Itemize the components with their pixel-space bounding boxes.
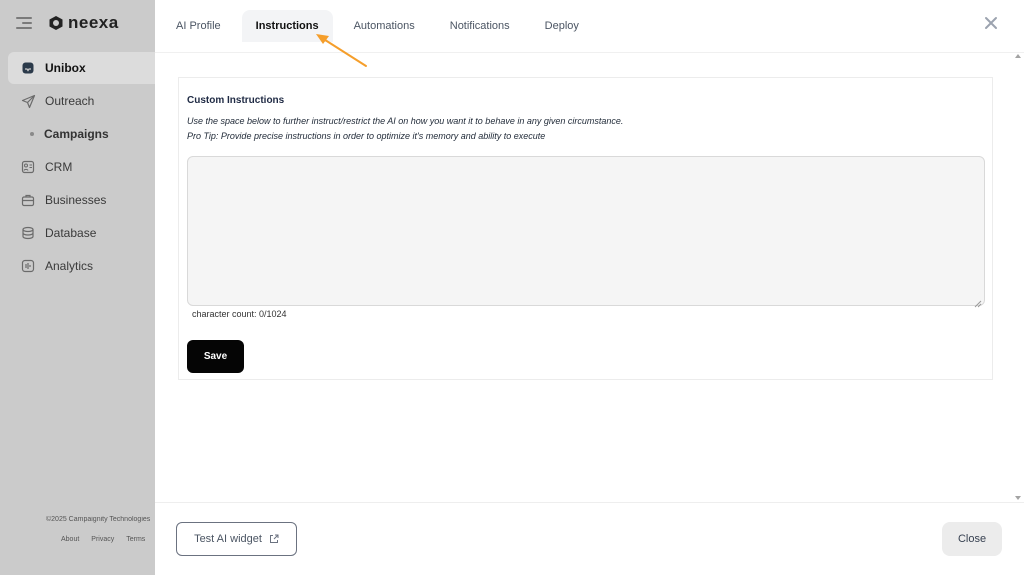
ai-settings-modal: AI Profile Instructions Automations Noti… <box>155 0 1024 575</box>
close-icon[interactable] <box>982 14 1000 32</box>
sidebar-item-unibox[interactable]: Unibox <box>8 52 155 84</box>
test-ai-widget-label: Test AI widget <box>194 533 262 545</box>
sidebar-item-label: Analytics <box>45 259 94 273</box>
sidebar-item-label: Campaigns <box>44 127 109 141</box>
sidebar-item-label: Businesses <box>45 193 107 207</box>
collapse-menu-icon[interactable] <box>16 16 32 30</box>
tab-ai-profile[interactable]: AI Profile <box>162 10 235 42</box>
bullet-dot-icon <box>30 132 34 136</box>
send-icon <box>20 93 36 109</box>
tab-notifications[interactable]: Notifications <box>436 10 524 42</box>
sidebar-item-label: Database <box>45 226 97 240</box>
card-pro-tip: Pro Tip: Provide precise instructions in… <box>187 131 546 141</box>
database-icon <box>20 225 36 241</box>
sidebar-item-crm[interactable]: CRM <box>8 151 155 183</box>
inbox-icon <box>20 60 36 76</box>
character-count: character count: 0/1024 <box>192 309 287 319</box>
sidebar-header: neexa <box>16 12 119 34</box>
resize-handle-icon[interactable] <box>974 295 982 308</box>
tab-instructions[interactable]: Instructions <box>241 10 333 42</box>
sidebar-item-label: Outreach <box>45 94 95 108</box>
card-description: Use the space below to further instruct/… <box>187 116 624 126</box>
sidebar-nav: Unibox Outreach Campaigns CRM Businesses <box>8 52 155 283</box>
test-ai-widget-button[interactable]: Test AI widget <box>176 522 297 556</box>
footer-links: About Privacy Terms <box>61 536 145 543</box>
sidebar-item-label: CRM <box>45 160 73 174</box>
footer-divider <box>155 502 1024 503</box>
sidebar-item-analytics[interactable]: Analytics <box>8 250 155 282</box>
about-link[interactable]: About <box>61 536 79 543</box>
custom-instructions-card: Custom Instructions Use the space below … <box>178 77 993 380</box>
logo-text: neexa <box>68 13 119 32</box>
scroll-up-arrow-icon[interactable] <box>1015 54 1021 58</box>
scroll-down-arrow-icon[interactable] <box>1015 496 1021 500</box>
briefcase-icon <box>20 192 36 208</box>
privacy-link[interactable]: Privacy <box>91 536 114 543</box>
tab-deploy[interactable]: Deploy <box>531 10 593 42</box>
logo[interactable]: neexa <box>48 13 119 33</box>
save-button[interactable]: Save <box>187 340 244 373</box>
tab-automations[interactable]: Automations <box>340 10 429 42</box>
crm-icon <box>20 159 36 175</box>
sidebar: neexa Unibox Outreach Campaigns CRM Busi… <box>0 0 155 575</box>
sidebar-item-outreach[interactable]: Outreach <box>8 85 155 117</box>
tabs-divider <box>155 52 1024 53</box>
copyright-text: ©2025 Campaignity Technologies <box>46 516 151 523</box>
instructions-textarea[interactable] <box>187 156 985 308</box>
sidebar-item-businesses[interactable]: Businesses <box>8 184 155 216</box>
external-link-icon <box>269 534 279 544</box>
sidebar-item-label: Unibox <box>45 61 86 75</box>
card-title: Custom Instructions <box>187 95 285 106</box>
sidebar-item-database[interactable]: Database <box>8 217 155 249</box>
close-button[interactable]: Close <box>942 522 1002 556</box>
terms-link[interactable]: Terms <box>126 536 145 543</box>
modal-tabs: AI Profile Instructions Automations Noti… <box>162 10 600 42</box>
sidebar-item-campaigns[interactable]: Campaigns <box>8 118 155 150</box>
analytics-icon <box>20 258 36 274</box>
neexa-logo-icon <box>48 15 64 31</box>
